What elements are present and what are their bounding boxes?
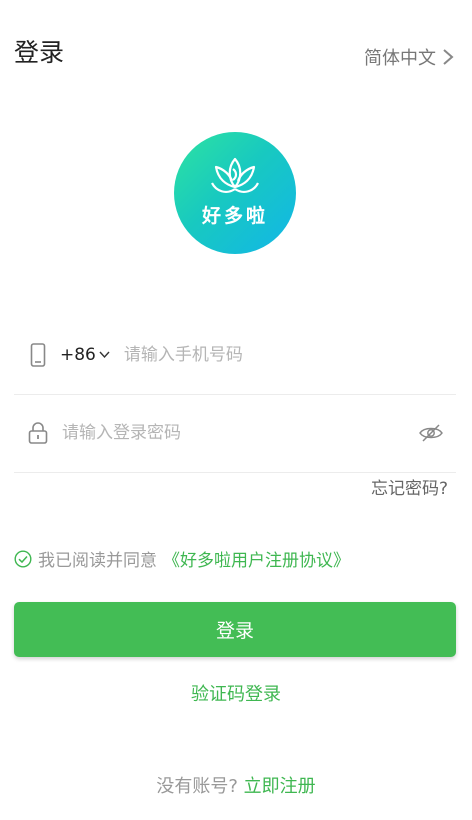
chevron-down-icon xyxy=(99,351,110,359)
agreement-text: 我已阅读并同意 xyxy=(38,551,157,571)
lotus-logo-icon xyxy=(211,157,259,193)
forgot-password-link[interactable]: 忘记密码? xyxy=(371,474,448,499)
lock-icon xyxy=(28,422,48,444)
phone-icon-wrap xyxy=(22,343,54,367)
eye-off-icon[interactable] xyxy=(418,423,444,443)
password-field-row xyxy=(14,394,456,473)
register-question: 没有账号? xyxy=(156,776,238,797)
chevron-right-icon xyxy=(443,49,454,65)
language-selector[interactable]: 简体中文 xyxy=(364,44,454,70)
password-input[interactable] xyxy=(60,422,418,444)
country-code-selector[interactable]: +86 xyxy=(60,345,110,365)
app-logo: 好多啦 xyxy=(174,132,296,254)
agreement-link[interactable]: 《好多啦用户注册协议》 xyxy=(163,546,350,571)
agreement-row[interactable]: 我已阅读并同意 《好多啦用户注册协议》 xyxy=(14,546,350,571)
lock-icon-wrap xyxy=(22,422,54,444)
logo-text: 好多啦 xyxy=(201,204,268,227)
phone-input[interactable] xyxy=(121,344,456,366)
sms-login-link[interactable]: 验证码登录 xyxy=(0,680,472,706)
login-button[interactable]: 登录 xyxy=(14,602,456,657)
check-circle-icon[interactable] xyxy=(14,549,32,568)
phone-icon xyxy=(30,343,46,367)
register-link[interactable]: 立即注册 xyxy=(244,776,316,797)
language-label: 简体中文 xyxy=(364,48,436,69)
register-row: 没有账号? 立即注册 xyxy=(0,772,472,798)
country-code-label: +86 xyxy=(60,345,96,365)
phone-field-row: +86 xyxy=(14,316,456,395)
page-title: 登录 xyxy=(14,38,65,67)
